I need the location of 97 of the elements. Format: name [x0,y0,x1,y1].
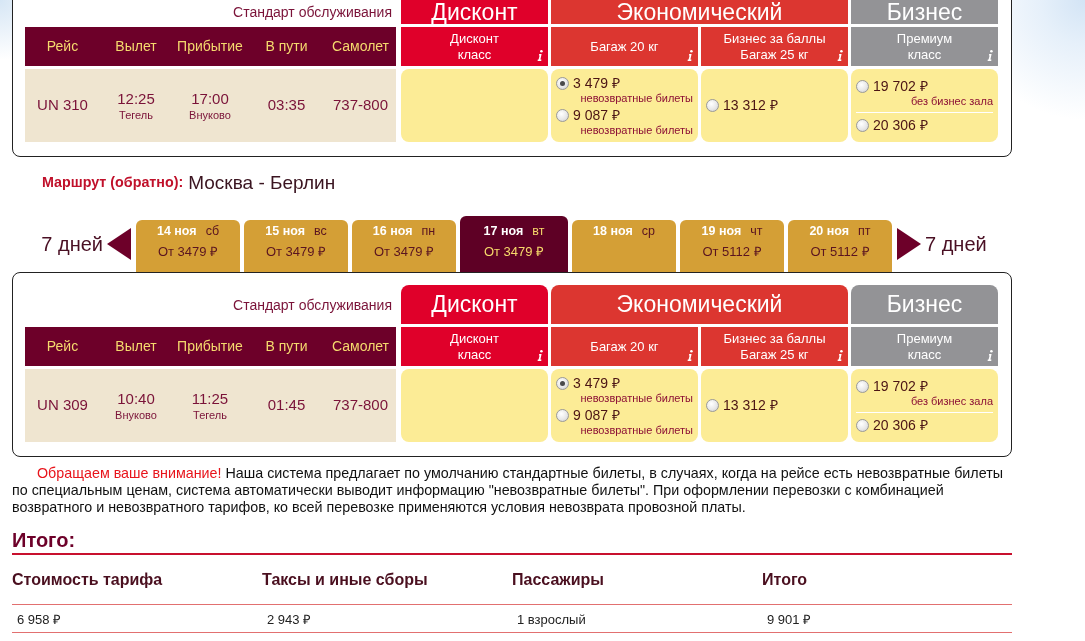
fare-price: 3 479 ₽ [573,374,620,392]
summary-cell: 6 958 ₽ [17,611,62,627]
flight-duration: 03:35 [267,95,306,116]
info-icon[interactable] [687,350,693,361]
radio-button[interactable] [856,379,869,393]
departure-time: 12:25 [117,89,155,108]
summary-title: Итого: [12,528,77,552]
summary-cell: 2 943 ₽ [267,611,312,627]
airport-name: Тегель [193,407,227,422]
radio-button[interactable] [556,408,569,422]
flight-number: UN 309 [37,395,88,416]
column-header: Вылет [115,337,157,356]
arrival-time: 11:25 [191,389,229,408]
fare-note: невозвратные билеты [580,91,693,105]
fare-price: 13 312 ₽ [723,97,778,114]
previous-days-button[interactable]: 7 дней [41,228,131,260]
class-header: Дисконт [401,0,548,24]
airport-name: Внуково [189,107,231,122]
column-header: Рейс [46,37,79,56]
info-icon[interactable] [687,50,693,61]
flight-number: UN 310 [37,95,88,116]
info-icon[interactable] [987,50,993,61]
radio-button[interactable] [856,118,869,132]
date-tab[interactable]: 19 ноя чт От 5112 ₽ [680,220,784,272]
summary-column-header: Итого [762,570,808,588]
date-tab[interactable]: 16 ноя пн От 3479 ₽ [352,220,456,272]
class-header: Экономический [551,285,848,324]
radio-button[interactable] [556,76,569,90]
fare-price: 20 306 ₽ [873,416,928,434]
fare-note: невозвратные билеты [580,391,693,405]
info-icon[interactable] [537,50,543,61]
departure-time: 10:40 [117,389,155,408]
column-header: В пути [265,337,308,356]
notice-text: Обращаем ваше внимание! Наша система предлагает по умолчанию стандартные билеты, в случаях, когда на рейсе есть невозвратные билеты по специальным ценам, система автоматически выводит информацию "невозвратные билеты". При оформлении перевозки с комбинацией возвратного и невозвратного тарифов, ко всей перевозке применяются условия невозврата провозной платы. [12,465,1004,516]
radio-button[interactable] [856,418,869,432]
radio-button[interactable] [556,108,569,122]
column-header: Прибытие [177,337,243,356]
column-header: Прибытие [177,37,243,56]
route-label: Маршрут (обратно): [42,173,184,193]
class-header: Дисконт [401,285,548,324]
date-tab[interactable]: 17 ноя вт От 3479 ₽ [460,216,568,272]
fare-header-label: Дисконт класс [450,30,499,63]
next-days-button[interactable]: 7 дней [897,228,987,260]
date-tab[interactable]: 18 ноя ср [572,220,676,272]
fare-price: 20 306 ₽ [873,116,928,134]
fare-header-label: Премиум класс [896,330,953,363]
info-icon[interactable] [987,350,993,361]
fare-price: 13 312 ₽ [723,397,778,414]
fare-price: 3 479 ₽ [573,74,620,92]
column-header: Вылет [115,37,157,56]
triangle-left-icon [107,228,131,260]
fare-price: 9 087 ₽ [573,406,620,424]
flight-duration: 01:45 [267,395,306,416]
service-label: Стандарт обслуживания [233,3,392,21]
aircraft-type: 737-800 [332,395,389,416]
class-header: Экономический [551,0,848,24]
summary-column-header: Пассажиры [512,570,604,588]
fare-price: 19 702 ₽ [873,77,928,95]
fare-header-label: Дисконт класс [450,330,499,363]
date-tab[interactable]: 20 ноя пт От 5112 ₽ [788,220,892,272]
fare-note: без бизнес зала [910,94,993,108]
fare-header-label: Багаж 20 кг [590,338,659,355]
info-icon[interactable] [537,350,543,361]
summary-cell: 1 взрослый [517,611,586,627]
aircraft-type: 737-800 [332,95,389,116]
radio-button[interactable] [556,376,569,390]
class-header: Бизнес [851,285,998,324]
route-value: Москва - Берлин [188,170,336,195]
radio-button[interactable] [856,79,869,93]
airport-name: Внуково [115,407,157,422]
summary-column-header: Таксы и иные сборы [262,570,428,588]
column-header: Самолет [331,37,390,56]
date-tab[interactable]: 15 ноя вс От 3479 ₽ [244,220,348,272]
fare-price: 9 087 ₽ [573,106,620,124]
summary-column-header: Стоимость тарифа [12,570,163,588]
fare-note: без бизнес зала [910,394,993,408]
radio-button[interactable] [706,99,719,112]
fare-note: невозвратные билеты [580,123,693,137]
service-label: Стандарт обслуживания [233,295,392,314]
radio-button[interactable] [706,399,719,412]
fare-price: 19 702 ₽ [873,377,928,395]
column-header: В пути [265,37,308,56]
column-header: Рейс [46,337,79,356]
arrival-time: 17:00 [191,89,229,108]
class-header: Бизнес [851,0,998,24]
fare-header-label: Бизнес за баллы Багаж 25 кг [723,30,826,63]
airport-name: Тегель [119,107,153,122]
fare-header-label: Бизнес за баллы Багаж 25 кг [723,330,826,363]
fare-header-label: Премиум класс [896,30,953,63]
column-header: Самолет [331,337,390,356]
fare-header-label: Багаж 20 кг [590,38,659,55]
info-icon[interactable] [837,350,843,361]
fare-note: невозвратные билеты [580,423,693,437]
info-icon[interactable] [837,50,843,61]
date-tab[interactable]: 14 ноя сб От 3479 ₽ [136,220,240,272]
triangle-right-icon [897,228,921,260]
summary-cell: 9 901 ₽ [767,611,812,627]
